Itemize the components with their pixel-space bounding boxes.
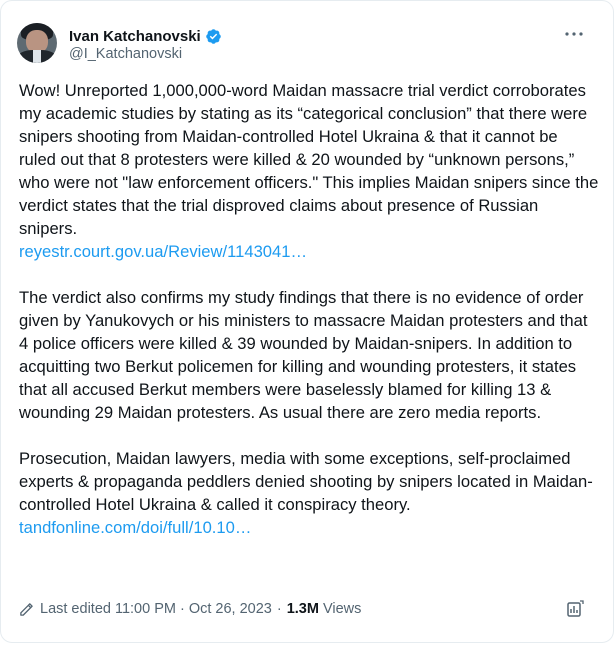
tweet-paragraph-text: Prosecution, Maidan lawyers, media with … <box>19 449 593 514</box>
tweet-card: Ivan Katchanovski @I_Katchanovski Wow! U… <box>0 0 614 643</box>
analytics-button[interactable] <box>564 598 586 620</box>
more-dots-icon <box>565 32 583 36</box>
tweet-paragraph-text: The verdict also confirms my study findi… <box>19 288 588 422</box>
views-count: 1.3M <box>286 601 319 617</box>
verified-badge-icon[interactable] <box>205 28 222 45</box>
more-options-button[interactable] <box>560 23 588 45</box>
tweet-link-court-registry[interactable]: reyestr.court.gov.ua/Review/1143041… <box>19 242 307 261</box>
tweet-link-tandfonline[interactable]: tandfonline.com/doi/full/10.10… <box>19 518 251 537</box>
tweet-body: Wow! Unreported 1,000,000-word Maidan ma… <box>19 79 599 539</box>
tweet-paragraph: Wow! Unreported 1,000,000-word Maidan ma… <box>19 79 599 263</box>
edit-history-link[interactable]: Last edited 11:00 PM · Oct 26, 2023 <box>40 601 272 617</box>
tweet-paragraph: Prosecution, Maidan lawyers, media with … <box>19 447 599 539</box>
views-label: Views <box>322 601 362 617</box>
tweet-paragraph-text: Wow! Unreported 1,000,000-word Maidan ma… <box>19 81 599 238</box>
analytics-icon <box>567 600 584 617</box>
edit-pencil-icon <box>20 602 33 616</box>
author-handle[interactable]: @I_Katchanovski <box>69 46 182 62</box>
author-name-row: Ivan Katchanovski <box>69 27 222 45</box>
author-avatar[interactable] <box>17 23 57 63</box>
tweet-meta-row: Last edited 11:00 PM · Oct 26, 2023 · 1.… <box>19 599 361 619</box>
tweet-paragraph: The verdict also confirms my study findi… <box>19 286 599 424</box>
avatar-collar <box>33 50 41 63</box>
meta-separator: · <box>276 601 282 617</box>
author-display-name[interactable]: Ivan Katchanovski <box>69 28 201 45</box>
